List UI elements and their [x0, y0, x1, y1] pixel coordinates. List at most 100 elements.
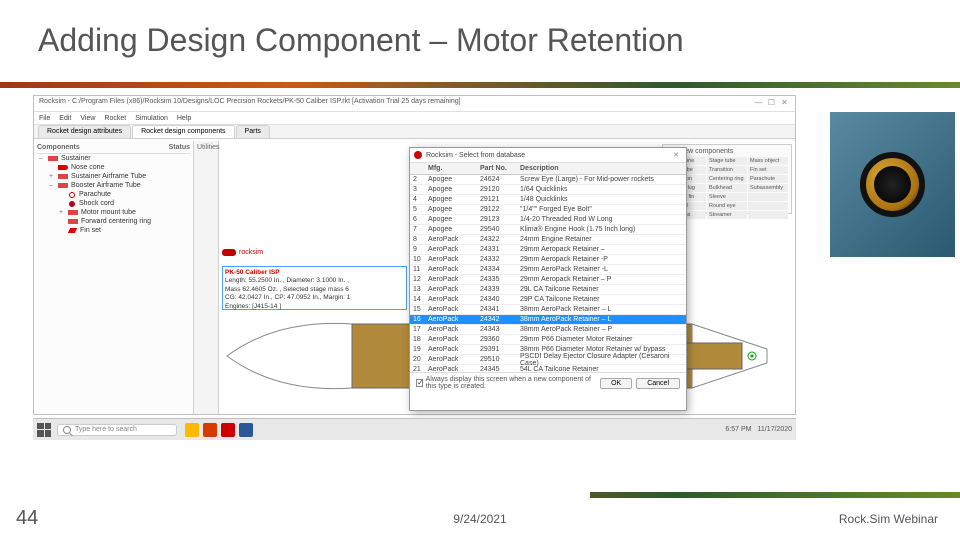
accent-bar-bottom	[0, 492, 960, 498]
component-btn[interactable]	[748, 193, 788, 201]
parts-table[interactable]: Mfg. Part No. Description 2Apogee24624Sc…	[410, 163, 686, 373]
menu-edit[interactable]: Edit	[59, 115, 71, 122]
table-row[interactable]: 15AeroPack2434138mm AeroPack Retainer – …	[410, 305, 686, 315]
table-row[interactable]: 14AeroPack2434029P CA Tailcone Retainer	[410, 295, 686, 305]
massm-icon	[69, 201, 75, 207]
table-row[interactable]: 21AeroPack2434554L CA Tailcone Retainer	[410, 365, 686, 373]
component-btn[interactable]: Stage tube	[707, 157, 747, 165]
app-rocksim-icon[interactable]	[221, 423, 235, 437]
table-row[interactable]: 10AeroPack2433229mm Aeropack Retainer -P	[410, 255, 686, 265]
component-btn[interactable]: Bulkhead	[707, 184, 747, 192]
tree-item[interactable]: Shock cord	[37, 199, 190, 208]
app-explorer-icon[interactable]	[185, 423, 199, 437]
search-placeholder: Type here to search	[75, 426, 137, 433]
accent-bar-top	[0, 82, 960, 88]
table-row[interactable]: 9AeroPack2433129mm Aeropack Retainer –	[410, 245, 686, 255]
component-tree[interactable]: ComponentsStatus –SustainerNose cone+Sus…	[34, 141, 194, 414]
dialog-close-button[interactable]: ✕	[670, 151, 682, 159]
table-row[interactable]: 6Apogee291231/4-20 Threaded Rod W Long	[410, 215, 686, 225]
tree-item[interactable]: Forward centering ring	[37, 217, 190, 226]
windows-taskbar: Type here to search 6:57 PM 11/17/2020	[33, 418, 796, 440]
app-screenshot: Rocksim - C:/Program Files (x86)/Rocksim…	[33, 95, 796, 440]
start-button[interactable]	[37, 423, 51, 437]
close-button[interactable]: ✕	[779, 98, 790, 107]
app-window: Rocksim - C:/Program Files (x86)/Rocksim…	[33, 95, 796, 415]
design-tabs: Rocket design attributes Rocket design c…	[34, 125, 795, 139]
table-row[interactable]: 16AeroPack2434238mm AeroPack Retainer – …	[410, 315, 686, 325]
cancel-button[interactable]: Cancel	[636, 378, 680, 389]
tree-item[interactable]: Fin set	[37, 226, 190, 235]
table-row[interactable]: 2Apogee24624Screw Eye (Large) - For Mid-…	[410, 175, 686, 185]
component-btn[interactable]	[748, 202, 788, 210]
component-btn[interactable]: Streamer	[707, 211, 747, 219]
tree-item[interactable]: Parachute	[37, 190, 190, 199]
tree-item[interactable]: Nose cone	[37, 163, 190, 172]
footer-date: 9/24/2021	[453, 512, 506, 526]
component-btn[interactable]: Subassembly	[748, 184, 788, 192]
rocksim-icon	[222, 249, 236, 256]
menu-rocket[interactable]: Rocket	[104, 115, 126, 122]
main-area: ComponentsStatus –SustainerNose cone+Sus…	[34, 141, 795, 414]
dialog-title: Rocksim - Select from database	[426, 152, 670, 159]
rocket-info-box: PK-50 Caliber ISP Length: 55.2500 In. , …	[222, 266, 407, 310]
table-row[interactable]: 13AeroPack2433929L CA Tailcone Retainer	[410, 285, 686, 295]
bt-icon	[58, 174, 68, 179]
table-row[interactable]: 7Apogee29540Klima® Engine Hook (1.75 Inc…	[410, 225, 686, 235]
menu-simulation[interactable]: Simulation	[135, 115, 168, 122]
table-row[interactable]: 20AeroPack29510PSCDI Delay Ejector Closu…	[410, 355, 686, 365]
retainer-graphic	[860, 152, 925, 217]
mass-icon	[69, 192, 75, 198]
dialog-footer: Always display this screen when a new co…	[410, 373, 686, 393]
design-view: Add new components Nose coneStage tubeMa…	[219, 141, 795, 414]
app-word-icon[interactable]	[239, 423, 253, 437]
tree-item[interactable]: +Motor mount tube	[37, 208, 190, 217]
table-row[interactable]: 8AeroPack2432224mm Engine Retainer	[410, 235, 686, 245]
fin-icon	[68, 228, 77, 233]
menu-help[interactable]: Help	[177, 115, 191, 122]
component-btn[interactable]: Fin set	[748, 166, 788, 174]
app-ppt-icon[interactable]	[203, 423, 217, 437]
minimize-button[interactable]: —	[753, 98, 764, 107]
component-btn[interactable]: Parachute	[748, 175, 788, 183]
table-row[interactable]: 11AeroPack2433429mm AeroPack Retainer -L	[410, 265, 686, 275]
menu-file[interactable]: File	[39, 115, 50, 122]
footer-title: Rock.Sim Webinar	[839, 512, 938, 526]
ok-button[interactable]: OK	[600, 378, 632, 389]
tab-parts[interactable]: Parts	[236, 125, 270, 138]
rocket-name: PK-50 Caliber ISP	[225, 269, 280, 276]
view-tab[interactable]: rocksim	[222, 249, 263, 256]
tab-components[interactable]: Rocket design components	[132, 125, 234, 138]
system-tray: 6:57 PM 11/17/2020	[725, 426, 792, 433]
component-btn[interactable]: Transition	[707, 166, 747, 174]
utilities-panel: Utilities	[194, 141, 219, 414]
table-row[interactable]: 17AeroPack2434338mm AeroPack Retainer – …	[410, 325, 686, 335]
search-icon	[63, 426, 71, 434]
component-btn[interactable]: Sleeve	[707, 193, 747, 201]
window-title: Rocksim - C:/Program Files (x86)/Rocksim…	[39, 98, 461, 109]
table-row[interactable]: 12AeroPack2433529mm Aeropack Retainer – …	[410, 275, 686, 285]
page-number: 44	[16, 507, 38, 530]
menu-view[interactable]: View	[80, 115, 95, 122]
bt-icon	[68, 210, 78, 215]
component-btn[interactable]: Round eye	[707, 202, 747, 210]
tab-attributes[interactable]: Rocket design attributes	[38, 125, 131, 138]
table-header: Mfg. Part No. Description	[410, 163, 686, 175]
component-btn[interactable]: Centering ring	[707, 175, 747, 183]
tree-item[interactable]: +Sustainer Airframe Tube	[37, 172, 190, 181]
tree-item[interactable]: –Sustainer	[37, 154, 190, 163]
table-row[interactable]: 4Apogee291211/48 Quicklinks	[410, 195, 686, 205]
window-buttons: — ☐ ✕	[753, 98, 790, 109]
select-database-dialog: Rocksim - Select from database ✕ Mfg. Pa…	[409, 147, 687, 411]
taskbar-apps	[185, 423, 253, 437]
component-btn[interactable]	[748, 211, 788, 219]
table-row[interactable]: 18AeroPack2936029mm P66 Diameter Motor R…	[410, 335, 686, 345]
maximize-button[interactable]: ☐	[766, 98, 777, 107]
taskbar-search[interactable]: Type here to search	[57, 424, 177, 436]
dialog-title-bar: Rocksim - Select from database ✕	[410, 148, 686, 163]
bt-icon	[58, 183, 68, 188]
table-row[interactable]: 3Apogee291201/64 Quicklinks	[410, 185, 686, 195]
always-display-checkbox[interactable]: Always display this screen when a new co…	[416, 376, 600, 390]
table-row[interactable]: 5Apogee29122"1/4"" Forged Eye Bolt"	[410, 205, 686, 215]
tree-item[interactable]: –Booster Airframe Tube	[37, 181, 190, 190]
component-btn[interactable]: Mass object	[748, 157, 788, 165]
